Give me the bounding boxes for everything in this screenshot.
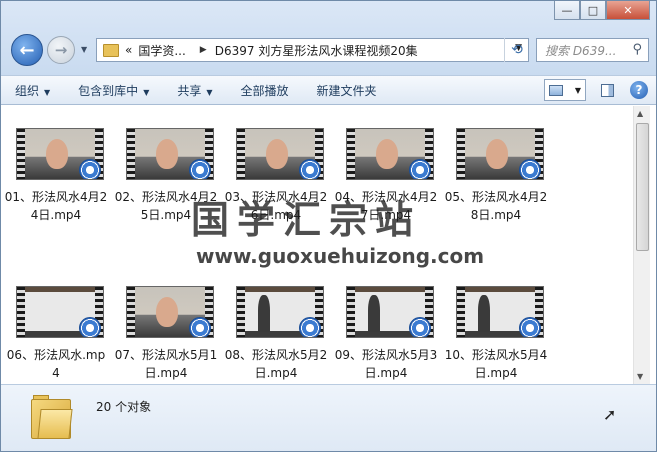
- file-name: 08、形法风水5月2日.mp4: [224, 348, 328, 380]
- media-player-icon: [189, 159, 211, 179]
- file-item[interactable]: 06、形法风水.mp4: [4, 286, 108, 382]
- help-icon[interactable]: ?: [630, 81, 648, 99]
- new-folder-button[interactable]: 新建文件夹: [303, 82, 391, 99]
- chevron-down-icon: ▼: [206, 87, 213, 97]
- media-player-icon: [519, 317, 541, 337]
- chevron-down-icon: ▼: [44, 87, 51, 97]
- file-item[interactable]: 03、形法风水4月26日.mp4: [224, 128, 328, 224]
- scroll-down-icon[interactable]: ▼: [637, 372, 643, 381]
- file-item[interactable]: 05、形法风水4月28日.mp4: [444, 128, 548, 224]
- search-placeholder: 搜索 D639...: [545, 43, 617, 58]
- mouse-cursor-icon: ➚: [603, 405, 617, 424]
- video-thumbnail: [126, 286, 214, 338]
- breadcrumb-item[interactable]: 国学资...: [138, 42, 185, 59]
- video-thumbnail: [346, 128, 434, 180]
- vertical-scrollbar[interactable]: ▲ ▼: [633, 106, 650, 384]
- video-thumbnail: [16, 128, 104, 180]
- file-name: 05、形法风水4月28日.mp4: [444, 190, 548, 222]
- organize-button[interactable]: 组织 ▼: [1, 82, 64, 99]
- play-all-button[interactable]: 全部播放: [227, 82, 303, 99]
- file-name: 10、形法风水5月4日.mp4: [444, 348, 548, 380]
- chevron-down-icon: ▼: [143, 87, 150, 97]
- video-thumbnail: [236, 286, 324, 338]
- file-item[interactable]: 08、形法风水5月2日.mp4: [224, 286, 328, 382]
- file-name: 09、形法风水5月3日.mp4: [334, 348, 438, 380]
- media-player-icon: [299, 159, 321, 179]
- change-view-button[interactable]: ▼: [544, 79, 586, 101]
- media-player-icon: [189, 317, 211, 337]
- media-player-icon: [299, 317, 321, 337]
- caption-buttons: — □ ✕: [554, 1, 650, 21]
- file-item[interactable]: 02、形法风水4月25日.mp4: [114, 128, 218, 224]
- chevron-down-icon: ▼: [574, 85, 581, 95]
- file-name: 02、形法风水4月25日.mp4: [114, 190, 218, 222]
- forward-arrow-icon[interactable]: →: [47, 36, 75, 64]
- close-button[interactable]: ✕: [606, 1, 650, 20]
- video-thumbnail: [126, 128, 214, 180]
- explorer-window: — □ ✕ ← → ▼ « 国学资... ▶ D6397 刘方星形法风水课程视频…: [0, 0, 657, 452]
- file-name: 01、形法风水4月24日.mp4: [4, 190, 108, 222]
- file-name: 06、形法风水.mp4: [6, 348, 106, 380]
- media-player-icon: [409, 317, 431, 337]
- share-label: 共享: [177, 83, 202, 98]
- folder-icon: [31, 395, 73, 439]
- file-item[interactable]: 04、形法风水4月27日.mp4: [334, 128, 438, 224]
- preview-pane-icon: [600, 83, 614, 97]
- folder-icon: [103, 43, 119, 57]
- include-library-label: 包含到库中: [78, 83, 139, 98]
- video-thumbnail: [456, 286, 544, 338]
- refresh-icon[interactable]: ⟲: [504, 38, 529, 62]
- search-input[interactable]: 搜索 D639... ⚲: [536, 38, 649, 62]
- file-item[interactable]: 07、形法风水5月1日.mp4: [114, 286, 218, 382]
- video-thumbnail: [236, 128, 324, 180]
- scroll-up-icon[interactable]: ▲: [637, 109, 643, 118]
- scrollbar-thumb[interactable]: [636, 123, 649, 251]
- file-name: 04、形法风水4月27日.mp4: [334, 190, 438, 222]
- file-item[interactable]: 10、形法风水5月4日.mp4: [444, 286, 548, 382]
- video-thumbnail: [346, 286, 434, 338]
- file-item[interactable]: 09、形法风水5月3日.mp4: [334, 286, 438, 382]
- media-player-icon: [519, 159, 541, 179]
- breadcrumb-overflow[interactable]: «: [125, 43, 132, 57]
- include-in-library-button[interactable]: 包含到库中 ▼: [64, 82, 163, 99]
- recent-pages-dropdown[interactable]: ▼: [81, 45, 87, 54]
- item-count: 20 个对象: [96, 400, 152, 414]
- media-player-icon: [79, 159, 101, 179]
- organize-label: 组织: [15, 83, 40, 98]
- maximize-button[interactable]: □: [580, 1, 606, 20]
- file-name: 03、形法风水4月26日.mp4: [224, 190, 328, 222]
- video-thumbnail: [16, 286, 104, 338]
- breadcrumb-separator-icon[interactable]: ▶: [200, 45, 207, 55]
- file-list: 01、形法风水4月24日.mp4 02、形法风水4月25日.mp4 03、形法风水4…: [1, 106, 633, 384]
- back-arrow-icon[interactable]: ←: [11, 34, 43, 66]
- file-name: 07、形法风水5月1日.mp4: [114, 348, 218, 380]
- media-player-icon: [79, 317, 101, 337]
- share-button[interactable]: 共享 ▼: [163, 82, 226, 99]
- breadcrumb-item-current[interactable]: D6397 刘方星形法风水课程视频20集: [215, 42, 418, 59]
- preview-pane-button[interactable]: [596, 79, 618, 101]
- address-bar[interactable]: « 国学资... ▶ D6397 刘方星形法风水课程视频20集 ▼: [96, 38, 529, 62]
- file-item[interactable]: 01、形法风水4月24日.mp4: [4, 128, 108, 224]
- search-icon[interactable]: ⚲: [632, 42, 642, 57]
- command-bar: 组织 ▼ 包含到库中 ▼ 共享 ▼ 全部播放 新建文件夹 ▼ ?: [1, 75, 656, 105]
- title-address-area: — □ ✕ ← → ▼ « 国学资... ▶ D6397 刘方星形法风水课程视频…: [1, 1, 656, 75]
- minimize-button[interactable]: —: [554, 1, 580, 20]
- media-player-icon: [409, 159, 431, 179]
- details-pane: 20 个对象: [1, 384, 656, 451]
- video-thumbnail: [456, 128, 544, 180]
- view-icon: [549, 84, 563, 96]
